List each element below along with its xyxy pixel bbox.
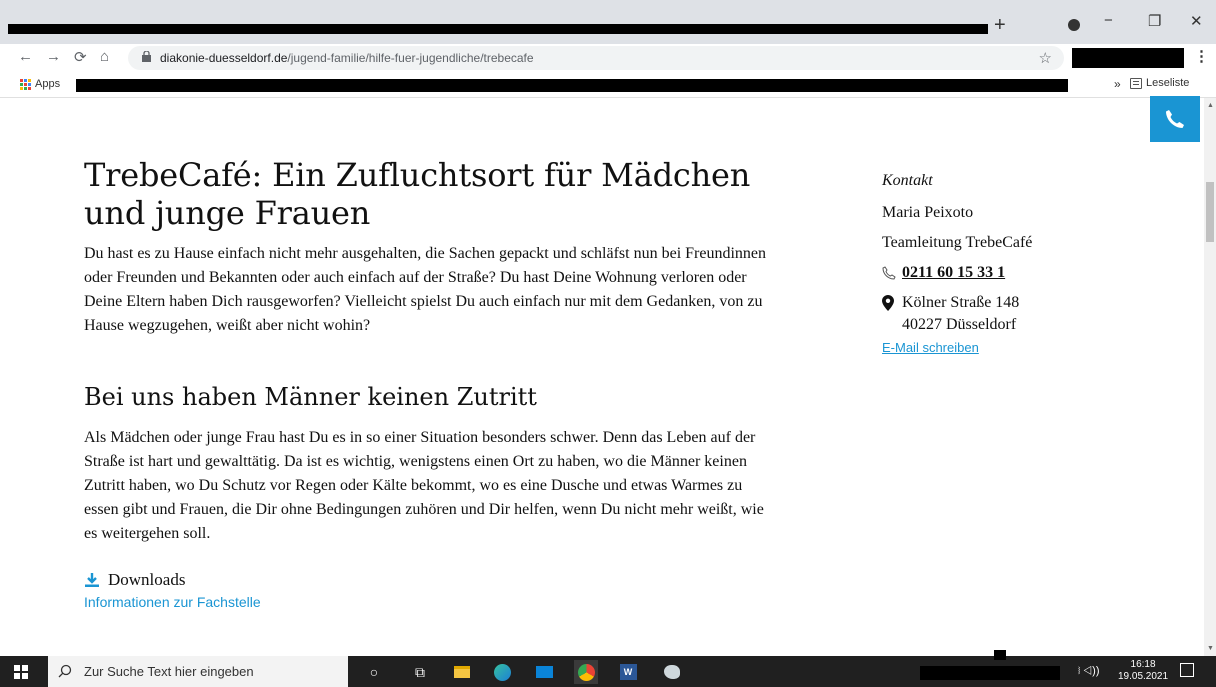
phone-icon [882,266,896,280]
task-view-icon[interactable]: ⧉ [408,660,432,684]
cortana-icon[interactable]: ○ [362,660,386,684]
file-explorer-icon[interactable] [450,660,474,684]
taskbar-search-box[interactable]: Zur Suche Text hier eingeben [48,656,348,687]
page-viewport: TrebeCafé: Ein Zufluchtsort für Mädchen … [0,98,1204,656]
apps-label: Apps [35,78,61,90]
url-text: diakonie-duesseldorf.de/jugend-familie/h… [160,51,534,65]
contact-city: 40227 Düsseldorf [902,316,1017,333]
more-bookmarks-button[interactable]: » [1114,77,1121,91]
windows-taskbar: Zur Suche Text hier eingeben ○ ⧉ W ⧘ ◁))… [0,656,1216,687]
network-volume-icons[interactable]: ⧘ ◁)) [1078,665,1099,678]
intro-paragraph: Du hast es zu Hause einfach nicht mehr a… [84,245,767,334]
windows-start-icon[interactable] [14,665,28,679]
contact-phone-link[interactable]: 0211 60 15 33 1 [882,258,1142,288]
browser-tab-bar: + − ❐ ✕ [0,0,1216,44]
contact-box: Kontakt Maria Peixoto Teamleitung TrebeC… [882,172,1142,355]
word-icon[interactable]: W [616,660,640,684]
downloads-heading: Downloads [84,570,774,590]
home-icon[interactable]: ⌂ [100,48,109,65]
url-path: /jugend-familie/hilfe-fuer-jugendliche/t… [287,51,534,65]
contact-address: Kölner Straße 148 40227 Düsseldorf [882,292,1142,336]
email-link[interactable]: E-Mail schreiben [882,340,1142,355]
reading-list-label: Leseliste [1146,77,1190,89]
mail-icon[interactable] [532,660,556,684]
redacted-bookmarks [76,79,1068,92]
clock-date: 19.05.2021 [1118,671,1169,682]
url-domain: diakonie-duesseldorf.de [160,51,288,65]
notification-icon[interactable] [1180,663,1194,677]
main-article: TrebeCafé: Ein Zufluchtsort für Mädchen … [84,156,774,610]
contact-street: Kölner Straße 148 [902,294,1020,311]
taskbar-search-placeholder: Zur Suche Text hier eingeben [84,664,254,679]
reload-icon[interactable]: ⟳ [74,48,87,66]
scroll-up-arrow-icon[interactable]: ▲ [1207,102,1214,109]
profile-circle-icon[interactable] [1068,19,1080,31]
call-button[interactable] [1150,96,1200,142]
downloads-label: Downloads [108,570,186,589]
contact-role: Teamleitung TrebeCafé [882,234,1033,251]
scroll-down-arrow-icon[interactable]: ▼ [1207,645,1214,652]
browser-menu-icon[interactable]: ⋮ [1194,47,1209,65]
search-icon [58,664,72,678]
page-scrollbar[interactable]: ▲ ▼ [1204,98,1216,656]
new-tab-button[interactable]: + [994,14,1006,37]
minimize-button[interactable]: − [1104,12,1113,29]
chrome-icon[interactable] [574,660,598,684]
address-bar[interactable]: diakonie-duesseldorf.de/jugend-familie/h… [128,46,1064,70]
restore-button[interactable]: ❐ [1148,12,1161,30]
forward-arrow-icon[interactable]: → [46,48,61,65]
download-icon [85,573,99,587]
reading-list-button[interactable]: Leseliste [1130,77,1189,89]
browser-toolbar: ← → ⟳ ⌂ diakonie-duesseldorf.de/jugend-f… [0,44,1216,72]
map-pin-icon [882,295,894,311]
contact-name: Maria Peixoto [882,204,974,221]
download-link-fachstelle[interactable]: Informationen zur Fachstelle [84,594,774,610]
section-heading: Bei uns haben Männer keinen Zutritt [84,383,537,411]
contact-heading: Kontakt [882,172,933,189]
reading-list-icon [1130,77,1142,89]
back-arrow-icon[interactable]: ← [18,48,33,65]
scrollbar-thumb[interactable] [1206,182,1214,242]
apps-shortcut[interactable]: Apps [20,78,60,90]
redacted-mark [994,650,1006,660]
clock-time: 16:18 [1130,659,1156,670]
edge-icon[interactable] [490,660,514,684]
contact-phone-number: 0211 60 15 33 1 [902,264,1006,281]
redacted-tray-area [920,666,1060,680]
paint-icon[interactable] [660,660,684,684]
redacted-profile [1072,48,1184,68]
lock-icon [142,51,151,62]
apps-grid-icon [20,78,31,90]
bookmark-star-icon[interactable]: ☆ [1039,49,1052,67]
redacted-tab-strip [8,24,988,34]
page-title: TrebeCafé: Ein Zufluchtsort für Mädchen … [84,156,751,232]
section-paragraph: Als Mädchen oder junge Frau hast Du es i… [84,429,764,542]
taskbar-clock[interactable]: 16:18 19.05.2021 [1118,659,1168,683]
phone-icon [1166,110,1184,128]
bookmarks-bar: Apps » Leseliste [0,72,1216,98]
close-button[interactable]: ✕ [1190,12,1203,30]
